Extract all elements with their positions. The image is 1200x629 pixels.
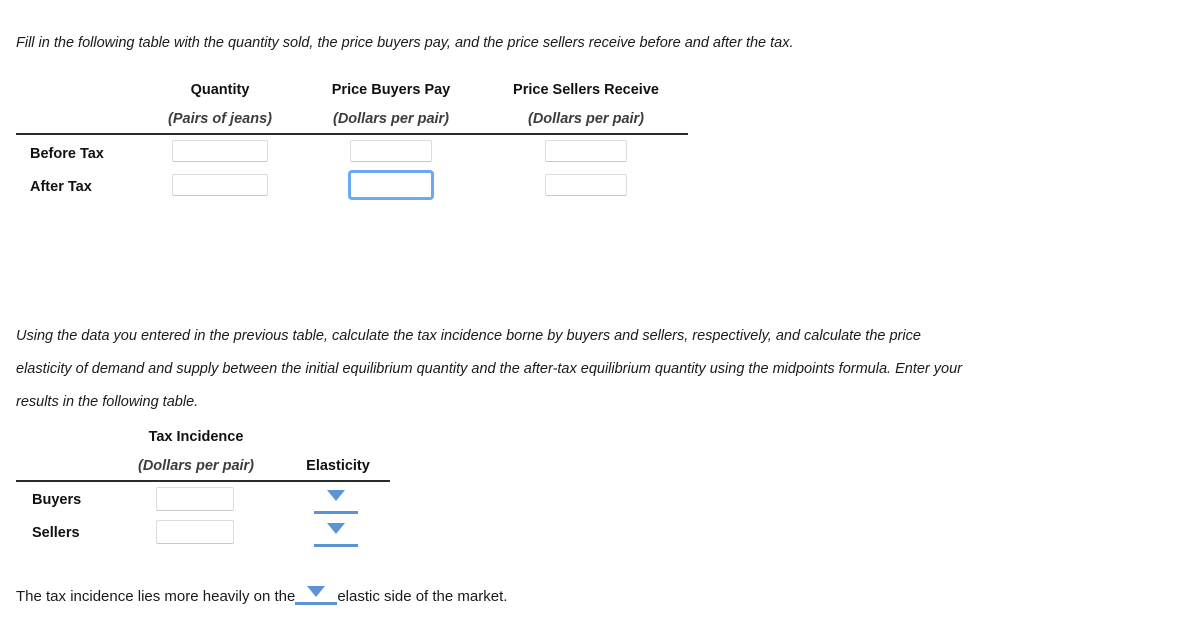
instruction-text-2-line-2: elasticity of demand and supply between …	[16, 361, 962, 377]
chevron-down-icon	[327, 523, 345, 534]
table1-row-label-before-tax: Before Tax	[30, 146, 104, 162]
chevron-down-icon	[307, 586, 326, 597]
instruction-text-2-line-1: Using the data you entered in the previo…	[16, 328, 921, 344]
table2-col-title-tax-incidence: Tax Incidence	[148, 429, 244, 445]
table1-col-title-price-buyers-pay: Price Buyers Pay	[331, 82, 451, 98]
table2-row-label-sellers: Sellers	[32, 525, 80, 541]
table2-input-sellers-tax-incidence[interactable]	[156, 520, 234, 544]
table2-col-subtitle-tax-incidence: (Dollars per pair)	[137, 458, 255, 474]
table1-col-subtitle-price-buyers-pay: (Dollars per pair)	[332, 111, 450, 127]
table1-col-subtitle-quantity: (Pairs of jeans)	[168, 111, 272, 127]
closing-text-after: elastic side of the market.	[337, 588, 508, 605]
table1-input-before-tax-quantity[interactable]	[172, 140, 268, 162]
closing-statement: The tax incidence lies more heavily on t…	[16, 585, 507, 608]
table2-input-buyers-tax-incidence[interactable]	[156, 487, 234, 511]
table1-col-subtitle-price-sellers-receive: (Dollars per pair)	[527, 111, 645, 127]
dropdown-underline	[295, 602, 338, 605]
instruction-text-2-line-3: results in the following table.	[16, 394, 199, 410]
closing-dropdown-elasticity[interactable]	[295, 585, 338, 605]
dropdown-underline	[314, 511, 358, 514]
table1-input-after-tax-quantity[interactable]	[172, 174, 268, 196]
table1-input-after-tax-price-buyers-pay[interactable]	[348, 170, 434, 200]
table2-dropdown-sellers-elasticity[interactable]	[314, 521, 358, 547]
dropdown-underline	[314, 544, 358, 547]
table1-col-title-quantity: Quantity	[190, 82, 250, 98]
table1-input-after-tax-price-sellers-receive[interactable]	[545, 174, 627, 196]
table1-input-before-tax-price-buyers-pay[interactable]	[350, 140, 432, 162]
instruction-text-2: Using the data you entered in the previo…	[16, 320, 1200, 419]
table1-header-divider	[16, 133, 688, 135]
chevron-down-icon	[327, 490, 345, 501]
table2-row-label-buyers: Buyers	[32, 492, 82, 508]
instruction-text-1: Fill in the following table with the qua…	[16, 35, 794, 51]
closing-text-before: The tax incidence lies more heavily on t…	[16, 588, 296, 605]
table1-row-label-after-tax: After Tax	[30, 179, 92, 195]
table2-col-title-elasticity: Elasticity	[306, 458, 370, 474]
table1-col-title-price-sellers-receive: Price Sellers Receive	[513, 82, 659, 98]
table1-input-before-tax-price-sellers-receive[interactable]	[545, 140, 627, 162]
table2-header-divider	[16, 480, 390, 482]
table2-dropdown-buyers-elasticity[interactable]	[314, 488, 358, 514]
